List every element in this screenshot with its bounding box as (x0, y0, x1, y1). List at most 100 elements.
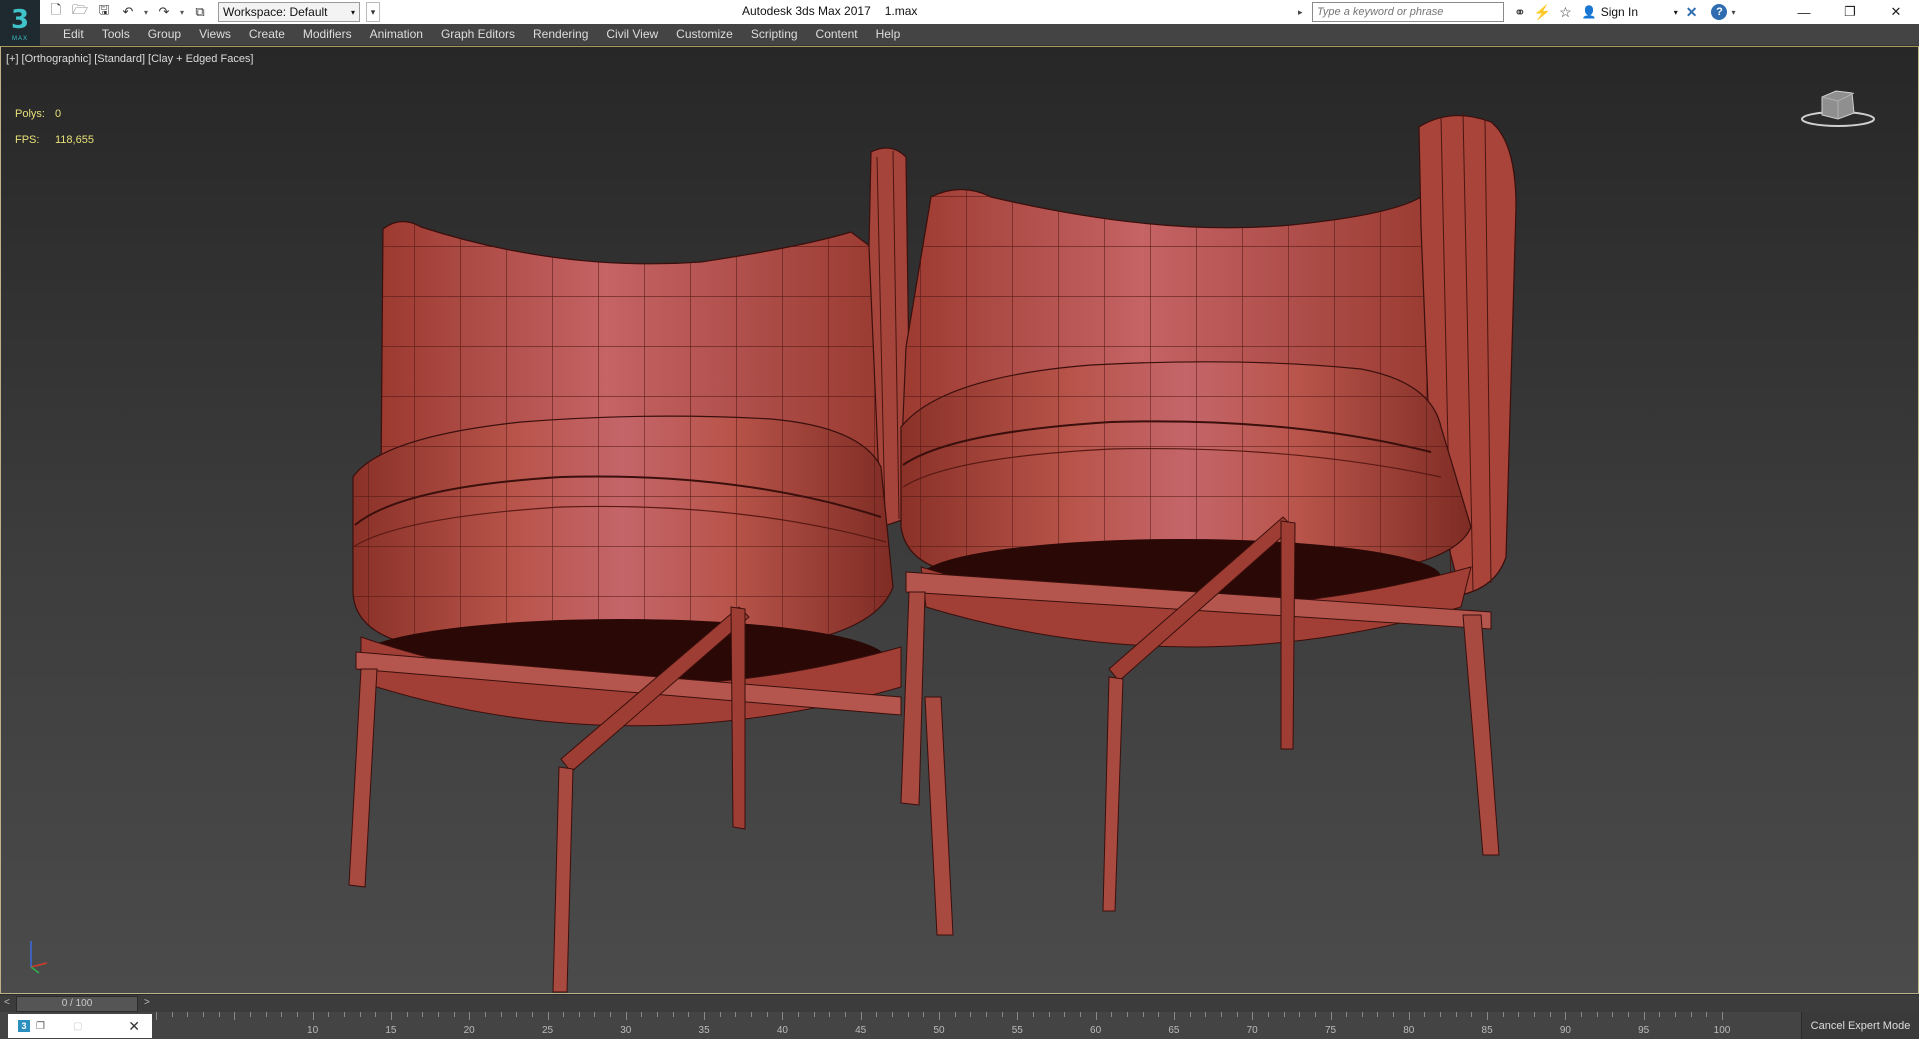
track-tick-label: 70 (1246, 1025, 1258, 1036)
polys-value: 0 (55, 108, 62, 120)
track-tick (1581, 1012, 1583, 1017)
track-tick (1361, 1012, 1363, 1017)
exchange-apps-icon[interactable]: ✕ (1686, 4, 1698, 21)
track-tick-label: 55 (1011, 1025, 1023, 1036)
track-tick-label: 65 (1168, 1025, 1180, 1036)
time-slider-thumb[interactable]: 0 / 100 (16, 996, 138, 1012)
track-tick (547, 1012, 549, 1020)
menu-graph-editors[interactable]: Graph Editors (432, 27, 524, 41)
bottom-bar: 3 ❐ ▢ ✕ 10 15 20 25 30 35 40 45 50 55 60 65 70 75 80 85… (0, 1012, 1919, 1039)
minimize-icon[interactable]: — (1781, 0, 1827, 24)
track-tick-label: 45 (855, 1025, 867, 1036)
redo-dropdown-icon[interactable]: ▾ (178, 8, 186, 17)
track-tick (1706, 1012, 1708, 1017)
save-icon[interactable]: 🖫 (94, 2, 114, 22)
sign-in-button[interactable]: 👤 Sign In ▾ (1582, 5, 1678, 19)
menu-content[interactable]: Content (807, 27, 867, 41)
track-tick (406, 1012, 408, 1017)
perspective-viewport[interactable]: [+] [Orthographic] [Standard] [Clay + Edged… (0, 46, 1919, 994)
communication-center-icon[interactable]: ⚡ (1534, 4, 1551, 21)
window-controls: — ❐ ✕ (1781, 0, 1919, 24)
open-file-icon[interactable]: 🗁 (70, 2, 90, 22)
new-file-icon[interactable]: 🗋 (46, 2, 66, 22)
menu-animation[interactable]: Animation (361, 27, 432, 41)
time-slider-prev-button[interactable]: < (4, 997, 10, 1008)
undo-dropdown-icon[interactable]: ▾ (142, 8, 150, 17)
window-restore-icon[interactable]: ❐ (36, 1021, 45, 1032)
redo-icon[interactable]: ↷ (154, 2, 174, 22)
app-logo[interactable]: 3 MAX (0, 0, 40, 46)
restore-icon[interactable]: ❐ (1827, 0, 1873, 24)
track-tick (1236, 1012, 1238, 1017)
menu-modifiers[interactable]: Modifiers (294, 27, 361, 41)
app-name: Autodesk 3ds Max 2017 (742, 4, 871, 18)
search-input[interactable] (1312, 2, 1504, 22)
viewport-label-1[interactable]: [Orthographic] (22, 53, 92, 65)
close-icon[interactable]: ✕ (128, 1018, 140, 1035)
viewport-label-3[interactable]: [Clay + Edged Faces] (148, 53, 253, 65)
viewport-label-2[interactable]: [Standard] (94, 53, 145, 65)
track-tick (1032, 1012, 1034, 1017)
maxscript-icon: 3 (18, 1020, 30, 1032)
track-tick (813, 1012, 815, 1017)
close-icon[interactable]: ✕ (1873, 0, 1919, 24)
track-tick (281, 1012, 283, 1017)
blank-icon: ▢ (72, 1020, 83, 1032)
track-bar[interactable]: 10 15 20 25 30 35 40 45 50 55 60 65 70 75 80 85 90 95 100 (152, 1012, 1748, 1039)
track-tick (860, 1012, 862, 1020)
chair-left[interactable] (348, 147, 954, 993)
project-folder-icon[interactable]: ⧉ (190, 2, 210, 22)
menu-edit[interactable]: Edit (54, 27, 93, 41)
track-tick (390, 1012, 392, 1020)
track-tick (1565, 1012, 1567, 1020)
track-tick (1064, 1012, 1066, 1017)
viewport-labels[interactable]: [+] [Orthographic] [Standard] [Clay + Edged… (6, 53, 257, 65)
track-tick (1267, 1012, 1269, 1017)
menu-help[interactable]: Help (867, 27, 910, 41)
track-tick (1220, 1012, 1222, 1017)
track-tick (1377, 1012, 1379, 1017)
menu-tools[interactable]: Tools (93, 27, 139, 41)
toolbar-customize-icon[interactable]: ▾ (366, 2, 380, 22)
menu-group[interactable]: Group (139, 27, 190, 41)
track-tick-label: 85 (1481, 1025, 1493, 1036)
track-tick (907, 1012, 909, 1017)
menu-rendering[interactable]: Rendering (524, 27, 597, 41)
workspace-dropdown[interactable]: Workspace: Default ▾ (218, 2, 360, 22)
menu-customize[interactable]: Customize (667, 27, 742, 41)
cancel-expert-mode-button[interactable]: Cancel Expert Mode (1801, 1012, 1919, 1039)
track-tick (1424, 1012, 1426, 1017)
undo-icon[interactable]: ↶ (118, 2, 138, 22)
time-slider-next-button[interactable]: > (144, 997, 150, 1008)
chevron-down-icon[interactable]: ▾ (1731, 8, 1735, 17)
track-tick (1675, 1012, 1677, 1017)
fps-row: FPS: 118,655 (15, 127, 94, 153)
help-icon[interactable]: ? (1711, 4, 1728, 20)
track-tick (1283, 1012, 1285, 1017)
track-tick (218, 1012, 220, 1017)
menu-bar: Edit Tools Group Views Create Modifiers Animat… (0, 24, 1919, 46)
fps-value: 118,655 (55, 134, 94, 146)
track-tick (735, 1012, 737, 1017)
maxscript-listener[interactable]: 3 ❐ ▢ ✕ (8, 1014, 152, 1038)
track-tick (657, 1012, 659, 1017)
binoculars-icon[interactable]: ⚭ (1514, 4, 1526, 21)
time-slider[interactable]: < 0 / 100 > (0, 994, 1919, 1012)
track-tick (312, 1012, 314, 1020)
track-tick (1518, 1012, 1520, 1017)
viewcube-icon[interactable] (1798, 81, 1878, 131)
track-tick (1095, 1012, 1097, 1020)
viewport-label-menu[interactable]: [+] [Orthographic] [Standard] [Clay + Edged… (6, 53, 260, 65)
menu-create[interactable]: Create (240, 27, 294, 41)
track-tick (563, 1012, 565, 1017)
viewport-label-0[interactable]: [+] (6, 53, 19, 65)
track-tick (1471, 1012, 1473, 1017)
chair-right[interactable] (900, 112, 1517, 912)
track-tick (1596, 1012, 1598, 1017)
menu-views[interactable]: Views (190, 27, 240, 41)
star-icon[interactable]: ☆ (1559, 4, 1572, 21)
chevron-right-icon[interactable]: ▸ (1298, 7, 1308, 18)
track-tick-label: 30 (620, 1025, 632, 1036)
menu-scripting[interactable]: Scripting (742, 27, 807, 41)
menu-civil-view[interactable]: Civil View (597, 27, 667, 41)
